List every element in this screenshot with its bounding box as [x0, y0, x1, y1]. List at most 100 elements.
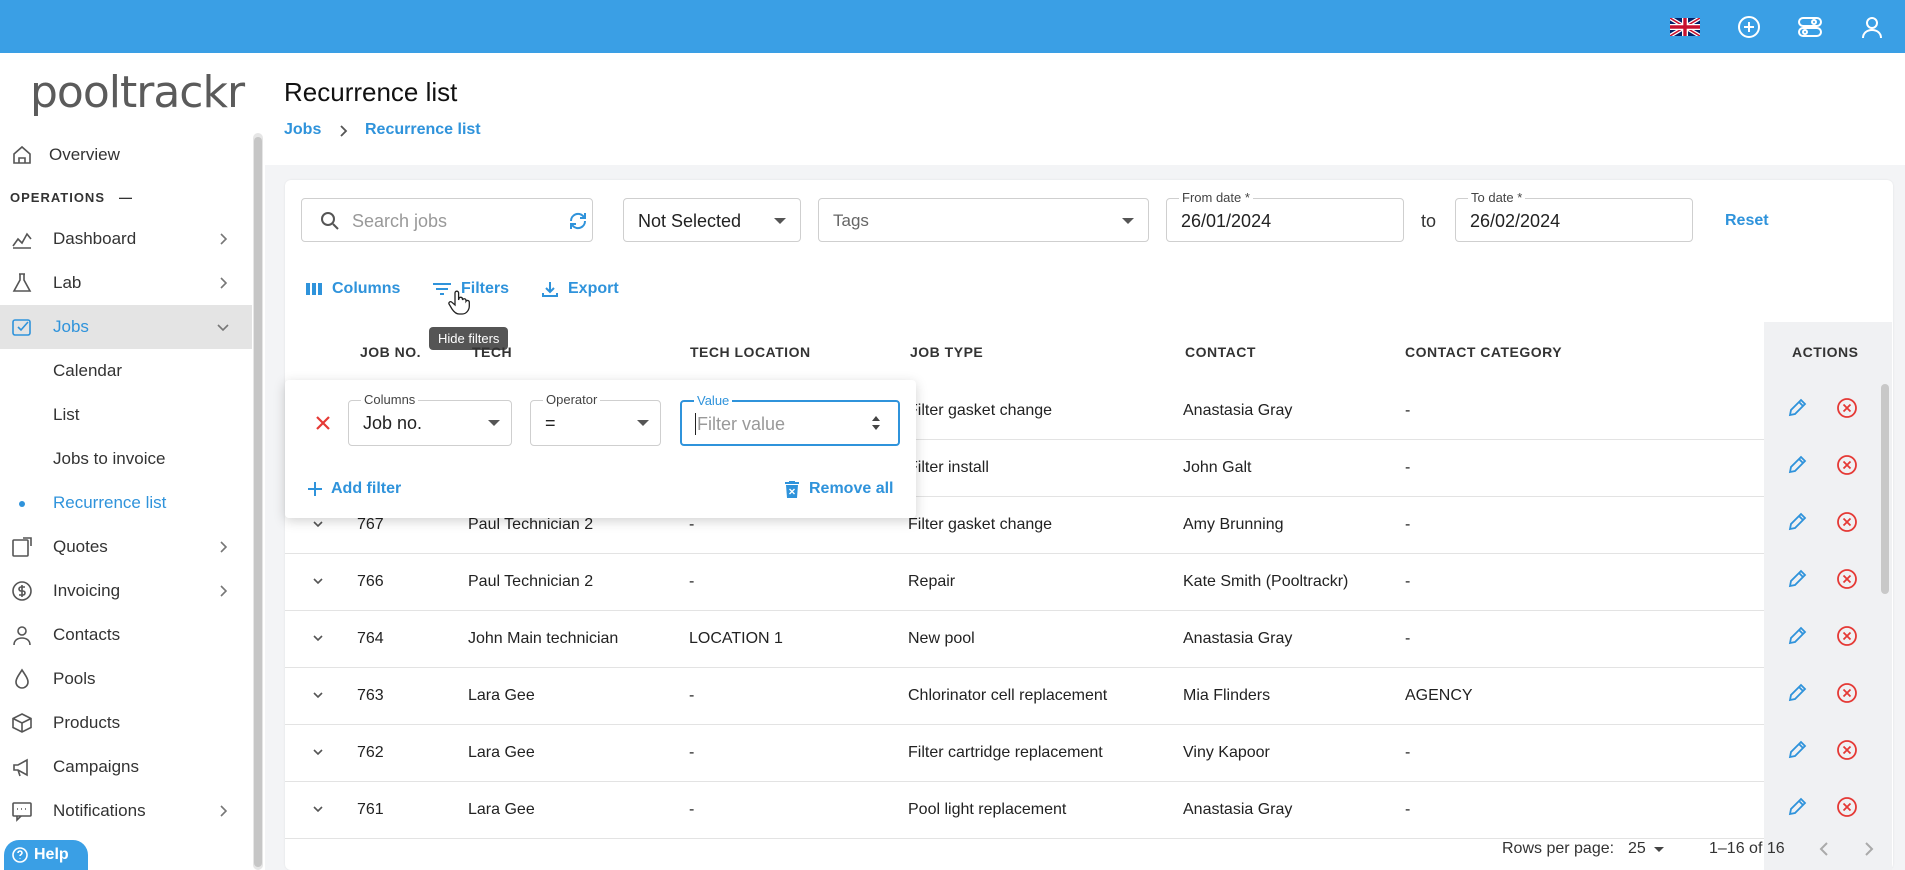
edit-pencil-icon[interactable] — [1786, 796, 1808, 818]
remove-all-button[interactable]: Remove all — [785, 480, 893, 498]
expand-chevron-icon[interactable] — [313, 633, 323, 643]
col-header-job-type[interactable]: JOB TYPE — [910, 344, 983, 360]
cell-job-type: New pool — [908, 630, 975, 647]
page-header: Recurrence list Jobs Recurrence list — [265, 53, 1905, 165]
chat-icon — [12, 802, 32, 822]
edit-pencil-icon[interactable] — [1786, 568, 1808, 590]
from-date-field[interactable]: From date * 26/01/2024 — [1166, 190, 1404, 242]
expand-chevron-icon[interactable] — [313, 519, 323, 529]
prev-page-icon[interactable] — [1817, 841, 1831, 857]
tags-select[interactable]: Tags — [818, 198, 1149, 242]
close-icon[interactable] — [315, 415, 331, 431]
tags-placeholder: Tags — [833, 211, 869, 230]
section-operations[interactable]: OPERATIONS — — [0, 177, 252, 217]
rows-per-page-select[interactable]: 25 — [1628, 840, 1664, 858]
filter-value-input[interactable]: Value Filter value — [680, 393, 900, 446]
sidebar-item-campaigns[interactable]: Campaigns — [0, 745, 252, 789]
edit-pencil-icon[interactable] — [1786, 511, 1808, 533]
uk-flag-icon[interactable] — [1670, 18, 1700, 36]
filters-button[interactable]: Filters — [432, 280, 509, 298]
breadcrumb-jobs[interactable]: Jobs — [284, 121, 321, 139]
delete-circle-icon[interactable] — [1836, 454, 1858, 476]
sidebar-item-label: Products — [53, 713, 121, 732]
reset-button[interactable]: Reset — [1725, 212, 1769, 230]
sidebar-subitem-jobs-to-invoice[interactable]: Jobs to invoice — [0, 437, 252, 481]
delete-circle-icon[interactable] — [1836, 796, 1858, 818]
expand-chevron-icon[interactable] — [313, 576, 323, 586]
sidebar-item-products[interactable]: Products — [0, 701, 252, 745]
add-filter-button[interactable]: Add filter — [307, 480, 401, 498]
sidebar-item-pools[interactable]: Pools — [0, 657, 252, 701]
edit-pencil-icon[interactable] — [1786, 625, 1808, 647]
plus-circle-icon[interactable] — [1735, 13, 1763, 41]
sidebar-subitem-list[interactable]: List — [0, 393, 252, 437]
table-row[interactable]: 764 John Main technician LOCATION 1 New poo… — [285, 611, 1765, 668]
delete-circle-icon[interactable] — [1836, 682, 1858, 704]
sidebar-item-overview[interactable]: Overview — [0, 133, 252, 177]
sidebar-scrollbar[interactable] — [253, 133, 263, 870]
cell-tech: Lara Gee — [468, 744, 535, 761]
toggles-icon[interactable] — [1796, 13, 1824, 41]
search-input[interactable]: Search jobs — [301, 198, 593, 242]
refresh-icon[interactable] — [567, 210, 589, 232]
sidebar-item-contacts[interactable]: Contacts — [0, 613, 252, 657]
to-date-field[interactable]: To date * 26/02/2024 — [1455, 190, 1693, 242]
user-icon[interactable] — [1858, 13, 1886, 41]
sidebar-item-jobs[interactable]: Jobs — [0, 305, 252, 349]
expand-chevron-icon[interactable] — [313, 804, 323, 814]
edit-pencil-icon[interactable] — [1786, 454, 1808, 476]
expand-chevron-icon[interactable] — [313, 747, 323, 757]
sidebar-subitem-label: Recurrence list — [53, 493, 167, 512]
sidebar-item-lab[interactable]: Lab — [0, 261, 252, 305]
table-row[interactable]: 762 Lara Gee - Filter cartridge replacement… — [285, 725, 1765, 782]
col-header-tech[interactable]: TECH — [472, 344, 512, 360]
edit-pencil-icon[interactable] — [1786, 397, 1808, 419]
columns-button[interactable]: Columns — [305, 280, 400, 298]
caret-down-icon — [1122, 218, 1134, 224]
flask-icon — [12, 273, 32, 292]
cell-tech: Lara Gee — [468, 687, 535, 704]
delete-circle-icon[interactable] — [1836, 739, 1858, 761]
sidebar-subitem-recurrence-list[interactable]: Recurrence list — [0, 481, 252, 525]
expand-chevron-icon[interactable] — [313, 690, 323, 700]
edit-pencil-icon[interactable] — [1786, 682, 1808, 704]
col-header-contact-category[interactable]: CONTACT CATEGORY — [1405, 344, 1562, 360]
number-spinner-icon[interactable] — [870, 414, 882, 432]
cell-job-no: 764 — [357, 630, 384, 647]
sidebar-item-notifications[interactable]: Notifications — [0, 789, 252, 833]
sidebar-item-quotes[interactable]: Quotes — [0, 525, 252, 569]
col-header-contact[interactable]: CONTACT — [1185, 344, 1256, 360]
status-select[interactable]: Not Selected — [623, 198, 801, 242]
section-collapse-toggle[interactable]: — — [119, 190, 133, 205]
status-select-value: Not Selected — [638, 211, 742, 231]
col-header-tech-location[interactable]: TECH LOCATION — [690, 344, 811, 360]
add-filter-label: Add filter — [331, 480, 402, 497]
help-button[interactable]: Help — [4, 840, 88, 870]
sidebar-item-invoicing[interactable]: Invoicing — [0, 569, 252, 613]
section-label: OPERATIONS — [10, 189, 105, 205]
chevron-right-icon — [220, 277, 228, 289]
sidebar-subitem-calendar[interactable]: Calendar — [0, 349, 252, 393]
filter-column-select[interactable]: Columns Job no. — [348, 392, 512, 446]
table-row[interactable]: 766 Paul Technician 2 - Repair Kate Smith (P… — [285, 554, 1765, 611]
export-button[interactable]: Export — [541, 280, 619, 298]
delete-circle-icon[interactable] — [1836, 511, 1858, 533]
cell-job-no: 766 — [357, 573, 384, 590]
sidebar-item-label: Notifications — [53, 801, 146, 820]
cell-contact-category: - — [1405, 516, 1411, 533]
plus-icon — [308, 482, 322, 496]
home-icon — [13, 145, 31, 164]
col-header-job-no[interactable]: JOB NO. — [360, 344, 421, 360]
delete-circle-icon[interactable] — [1836, 568, 1858, 590]
sidebar-item-dashboard[interactable]: Dashboard — [0, 217, 252, 261]
table-row[interactable]: 763 Lara Gee - Chlorinator cell replacement… — [285, 668, 1765, 725]
delete-circle-icon[interactable] — [1836, 397, 1858, 419]
table-row[interactable]: 761 Lara Gee - Pool light replacement Anasta… — [285, 782, 1765, 839]
sidebar-item-label: Lab — [53, 273, 82, 292]
columns-label: Columns — [332, 280, 401, 297]
filter-operator-select[interactable]: Operator = — [530, 392, 661, 446]
delete-circle-icon[interactable] — [1836, 625, 1858, 647]
next-page-icon[interactable] — [1862, 841, 1876, 857]
table-scrollbar[interactable] — [1881, 384, 1889, 594]
edit-pencil-icon[interactable] — [1786, 739, 1808, 761]
